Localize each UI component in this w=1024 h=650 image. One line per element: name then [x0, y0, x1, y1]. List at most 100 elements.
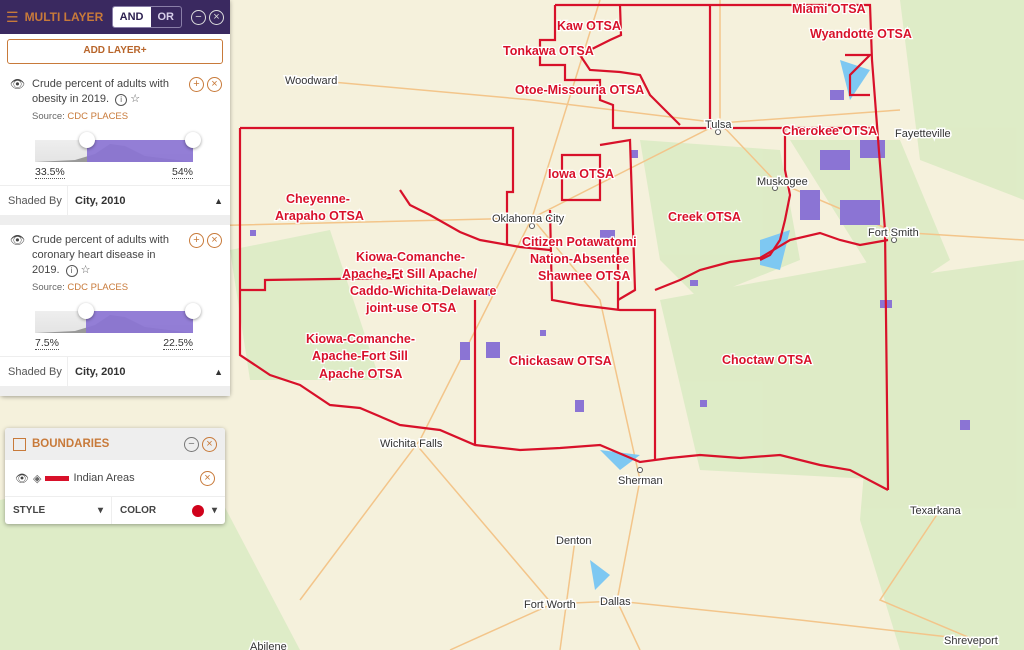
source-link[interactable]: CDC PLACES [67, 282, 128, 293]
caret-down-icon: ▾ [211, 505, 217, 516]
caret-down-icon: ▾ [97, 505, 103, 516]
min-handle[interactable] [77, 303, 94, 319]
otsa-label: Kiowa-Comanche- [356, 250, 465, 264]
otsa-label: Cherokee OTSA [782, 124, 877, 138]
source-link[interactable]: CDC PLACES [67, 111, 128, 122]
otsa-label: Kiowa-Comanche- [306, 332, 415, 346]
tag-icon[interactable]: ◈ [33, 472, 41, 485]
sort-arrows-icon: ▲ [214, 366, 223, 377]
star-icon[interactable]: ☆ [81, 264, 91, 276]
otsa-label: Wyandotte OTSA [810, 27, 912, 41]
otsa-label: joint-use OTSA [365, 301, 456, 315]
otsa-label: Choctaw OTSA [722, 353, 812, 367]
eye-icon[interactable]: 👁 [10, 77, 32, 107]
shaded-by-select[interactable]: Shaded By City, 2010 ▲ [0, 185, 230, 215]
add-icon[interactable]: + [189, 233, 204, 248]
remove-icon[interactable]: × [207, 77, 222, 92]
max-handle[interactable] [185, 132, 201, 148]
source-label: Source: [32, 282, 65, 293]
data-layer: 👁 Crude percent of adults with obesity i… [0, 69, 230, 185]
otsa-label: Shawnee OTSA [538, 269, 630, 283]
panel-title: MULTI LAYER [24, 10, 104, 24]
layer-title-text: Crude percent of adults with coronary he… [32, 234, 169, 276]
multi-layer-header: ☰ MULTI LAYER AND OR − × [0, 0, 230, 34]
city-label: Denton [556, 535, 591, 547]
city-label: Oklahoma City [492, 213, 565, 225]
boundaries-panel: BOUNDARIES − × 👁 ◈ Indian Areas × STYLE ▾… [5, 428, 225, 524]
layer-title-text: Crude percent of adults with obesity in … [32, 78, 169, 105]
min-value[interactable]: 33.5% [35, 166, 65, 179]
selected-range [87, 140, 193, 162]
eye-icon[interactable]: 👁 [15, 472, 29, 485]
data-layer: 👁 Crude percent of adults with coronary … [0, 225, 230, 356]
otsa-label: Cheyenne- [286, 192, 350, 206]
or-button[interactable]: OR [151, 7, 181, 27]
line-swatch [45, 475, 70, 481]
max-value[interactable]: 54% [171, 166, 193, 179]
range-slider[interactable] [35, 303, 201, 337]
otsa-label: Tonkawa OTSA [503, 44, 594, 58]
source-label: Source: [32, 111, 65, 122]
sort-arrows-icon: ▲ [214, 195, 223, 206]
remove-boundary-icon[interactable]: × [200, 470, 215, 486]
city-label: Fort Worth [524, 599, 576, 611]
and-button[interactable]: AND [112, 7, 151, 27]
shaded-by-label: Shaded By [0, 357, 68, 386]
city-label: Woodward [285, 75, 337, 87]
max-handle[interactable] [185, 303, 201, 319]
add-icon[interactable]: + [189, 77, 204, 92]
shaded-by-value: City, 2010 [75, 194, 126, 207]
city-label: Muskogee [757, 176, 808, 188]
city-label: Fort Smith [868, 227, 919, 239]
otsa-label: Apache-Ft Sill Apache/ [342, 267, 478, 281]
city-label: Tulsa [705, 119, 732, 131]
city-label: Shreveport [944, 635, 998, 647]
otsa-label: Caddo-Wichita-Delaware [350, 284, 496, 298]
otsa-label: Otoe-Missouria OTSA [515, 83, 644, 97]
star-icon[interactable]: ☆ [130, 93, 140, 105]
shaded-by-label: Shaded By [0, 186, 68, 215]
info-icon[interactable]: i [115, 94, 128, 106]
eye-icon[interactable]: 👁 [10, 233, 32, 278]
otsa-label: Citizen Potawatomi [522, 235, 637, 249]
city-label: Wichita Falls [380, 438, 443, 450]
minimize-icon[interactable]: − [191, 9, 206, 25]
city-label: Dallas [600, 596, 631, 608]
otsa-label: Kaw OTSA [557, 19, 621, 33]
otsa-label: Nation-Absentee [530, 252, 629, 266]
minimize-icon[interactable]: − [184, 436, 199, 452]
color-label: COLOR [120, 505, 157, 516]
multi-layer-panel: ☰ MULTI LAYER AND OR − × ADD LAYER+ 👁 Cr… [0, 0, 230, 396]
color-dropdown[interactable]: COLOR ▾ [112, 504, 225, 517]
boundary-icon [13, 437, 26, 451]
min-handle[interactable] [79, 132, 96, 148]
otsa-label: Iowa OTSA [548, 167, 614, 181]
close-icon[interactable]: × [202, 436, 217, 452]
otsa-label: Chickasaw OTSA [509, 354, 612, 368]
close-icon[interactable]: × [209, 9, 224, 25]
style-dropdown[interactable]: STYLE ▾ [5, 497, 112, 524]
range-slider[interactable] [35, 132, 201, 166]
max-value[interactable]: 22.5% [163, 337, 193, 350]
remove-icon[interactable]: × [207, 233, 222, 248]
city-label: Fayetteville [895, 128, 951, 140]
city-label: Texarkana [910, 505, 962, 517]
info-icon[interactable]: i [65, 265, 78, 277]
boundaries-title: BOUNDARIES [32, 438, 110, 450]
city-label: Abilene [250, 641, 287, 650]
source: Source: CDC PLACES [32, 282, 222, 293]
shaded-by-select[interactable]: Shaded By City, 2010 ▲ [0, 356, 230, 386]
style-label: STYLE [13, 505, 46, 516]
otsa-label: Miami OTSA [792, 2, 866, 16]
source: Source: CDC PLACES [32, 111, 222, 122]
layer-title: Crude percent of adults with obesity in … [32, 77, 182, 107]
selected-range [85, 311, 193, 333]
boundary-layer-name: Indian Areas [73, 472, 135, 484]
otsa-label: Creek OTSA [668, 210, 741, 224]
layer-title: Crude percent of adults with coronary he… [32, 233, 182, 278]
otsa-label: Apache OTSA [319, 367, 402, 381]
otsa-label: Apache-Fort Sill [312, 349, 408, 363]
add-layer-button[interactable]: ADD LAYER+ [7, 39, 223, 64]
and-or-toggle[interactable]: AND OR [111, 6, 182, 28]
min-value[interactable]: 7.5% [35, 337, 59, 350]
